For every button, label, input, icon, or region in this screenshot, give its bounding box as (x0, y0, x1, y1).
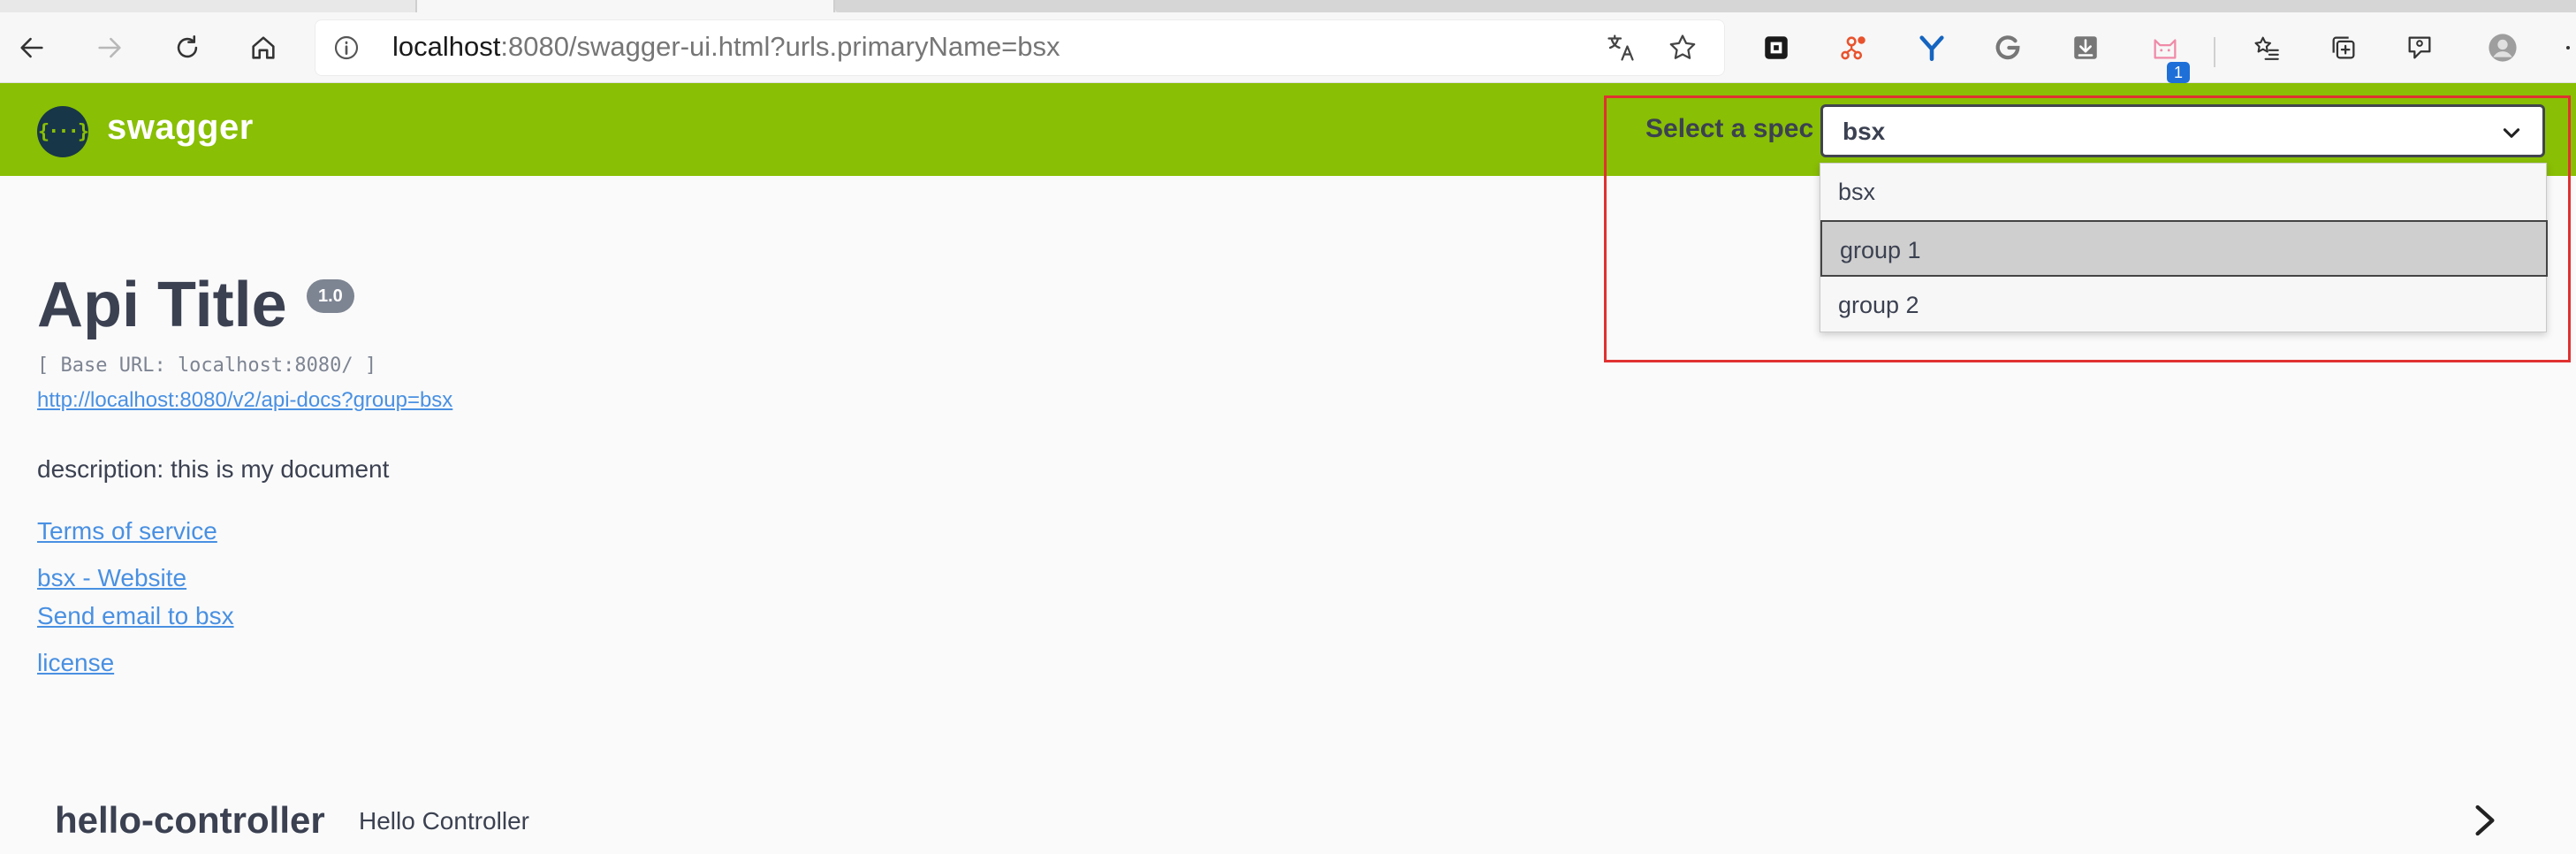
extension-cat-icon[interactable] (2147, 30, 2183, 65)
download-icon[interactable] (2068, 30, 2103, 65)
home-icon[interactable] (244, 28, 283, 67)
collections-icon[interactable] (2326, 30, 2361, 65)
favorites-icon[interactable] (2249, 30, 2284, 65)
star-icon[interactable] (1667, 32, 1698, 64)
address-bar[interactable]: localhost:8080/swagger-ui.html?urls.prim… (315, 19, 1725, 76)
browser-tab-active[interactable] (415, 0, 835, 12)
api-title: Api Title (37, 270, 287, 340)
version-badge: 1.0 (307, 279, 354, 313)
profile-icon[interactable] (2485, 30, 2520, 65)
api-description: description: this is my document (37, 455, 390, 483)
email-link[interactable]: Send email to bsx (37, 602, 234, 630)
controller-description: Hello Controller (359, 807, 529, 835)
browser-tab-inactive[interactable] (835, 0, 2576, 12)
more-icon[interactable] (2558, 30, 2576, 65)
forward-icon[interactable] (90, 28, 129, 67)
info-icon[interactable] (332, 34, 361, 62)
license-link[interactable]: license (37, 649, 114, 677)
controller-name[interactable]: hello-controller (55, 799, 325, 842)
feedback-icon[interactable] (2402, 30, 2437, 65)
terms-of-service-link[interactable]: Terms of service (37, 517, 217, 545)
website-link[interactable]: bsx - Website (37, 564, 186, 592)
base-url: [ Base URL: localhost:8080/ ] (37, 355, 377, 377)
api-docs-link[interactable]: http://localhost:8080/v2/api-docs?group=… (37, 388, 452, 413)
back-icon[interactable] (12, 28, 51, 67)
translate-icon[interactable] (1605, 32, 1637, 64)
address-url[interactable]: localhost:8080/swagger-ui.html?urls.prim… (392, 31, 1060, 63)
browser-toolbar: localhost:8080/swagger-ui.html?urls.prim… (0, 12, 2576, 83)
extension-network-icon[interactable] (1836, 30, 1872, 65)
extension-square-icon[interactable] (1759, 30, 1794, 65)
chevron-right-icon[interactable] (2470, 803, 2500, 838)
swagger-logo-icon[interactable]: {···} (37, 106, 89, 157)
swagger-brand[interactable]: swagger (107, 108, 254, 148)
extension-g-icon[interactable] (1990, 30, 2025, 65)
tab-strip (0, 0, 2576, 12)
toolbar-divider (2214, 37, 2215, 67)
refresh-icon[interactable] (168, 28, 207, 67)
annotation-highlight-box (1604, 95, 2571, 362)
extension-y-icon[interactable] (1914, 30, 1949, 65)
extension-badge: 1 (2167, 62, 2190, 83)
